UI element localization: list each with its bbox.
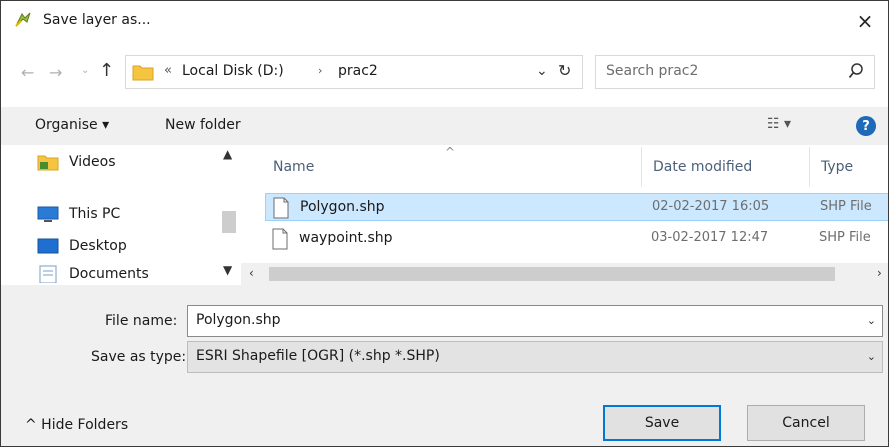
column-header-date-modified[interactable]: Date modified [653,159,752,175]
file-type: SHP File [820,199,872,214]
file-type: SHP File [819,230,871,245]
navigation-pane: Videos This PC Desktop Documents [1,145,241,285]
scrollbar-thumb[interactable] [269,267,835,281]
file-date-modified: 02-02-2017 16:05 [652,199,770,214]
desktop-icon [37,238,59,254]
table-row[interactable]: Polygon.shp 02-02-2017 16:05 SHP File [265,193,888,221]
sidebar-item-documents[interactable]: Documents [37,261,149,285]
qgis-logo-icon [15,12,31,27]
new-folder-button[interactable]: New folder [165,117,241,133]
column-header-name[interactable]: Name [273,159,314,175]
navigation-pane-scrollbar[interactable]: ▲ ▼ [217,145,241,285]
table-row[interactable]: waypoint.shp 03-02-2017 12:47 SHP File [265,225,888,253]
file-list: Name ^ Date modified Type Polygon.shp 02… [241,145,888,285]
change-view-button[interactable]: ☷ ▾ [767,116,791,132]
column-header-row: Name ^ Date modified Type [241,145,888,189]
folder-icon [132,65,154,81]
file-name: waypoint.shp [299,230,393,246]
breadcrumb-overflow[interactable]: « [164,63,172,78]
close-button[interactable]: × [842,1,888,41]
help-icon[interactable]: ? [856,116,876,136]
file-name: Polygon.shp [300,199,385,215]
documents-icon [39,265,57,283]
scrollbar-thumb[interactable] [222,211,236,233]
scroll-left-icon[interactable]: ‹ [249,266,254,280]
forward-arrow-icon[interactable]: → [49,63,62,82]
file-icon [272,228,288,250]
file-name-field[interactable]: Polygon.shp ⌄ [187,305,883,337]
horizontal-scrollbar[interactable]: ‹ › [241,263,888,285]
sidebar-item-label: Videos [69,154,116,170]
breadcrumb-prac2[interactable]: prac2 [338,63,378,79]
sidebar-item-label: This PC [69,206,121,222]
file-name-label: File name: [105,313,178,329]
save-layer-dialog: Save layer as... × ← → ⌄ ↑ « Local Disk … [0,0,889,447]
column-divider[interactable] [809,147,810,187]
save-as-type-value: ESRI Shapefile [OGR] (*.shp *.SHP) [196,348,440,364]
search-placeholder: Search prac2 [606,63,699,79]
back-arrow-icon[interactable]: ← [21,63,34,82]
search-icon [848,63,863,79]
save-button[interactable]: Save [603,405,721,441]
hide-folders-button[interactable]: ^ Hide Folders [25,417,128,433]
this-pc-icon [37,206,59,222]
breadcrumb-separator[interactable]: › [318,64,322,77]
save-as-type-label: Save as type: [91,349,187,365]
cancel-button[interactable]: Cancel [747,405,865,441]
save-as-type-select[interactable]: ESRI Shapefile [OGR] (*.shp *.SHP) ⌄ [187,341,883,373]
file-date-modified: 03-02-2017 12:47 [651,230,769,245]
scroll-down-icon[interactable]: ▼ [223,263,232,277]
sort-ascending-icon: ^ [445,145,456,159]
dialog-title: Save layer as... [43,12,151,28]
organise-menu-button[interactable]: Organise ▾ [35,117,109,133]
scroll-up-icon[interactable]: ▲ [223,147,232,161]
refresh-icon[interactable]: ↻ [558,61,571,80]
navigation-bar: ← → ⌄ ↑ « Local Disk (D:) › prac2 ⌄ ↻ Se… [1,53,888,93]
chevron-down-icon[interactable]: ⌄ [867,350,876,363]
sidebar-item-this-pc[interactable]: This PC [37,201,120,227]
scroll-right-icon[interactable]: › [877,266,882,280]
sidebar-item-videos[interactable]: Videos [37,149,116,175]
file-name-value[interactable]: Polygon.shp [196,312,281,328]
videos-folder-icon [37,155,59,171]
command-toolbar: Organise ▾ New folder ☷ ▾ ? [1,107,888,145]
sidebar-item-desktop[interactable]: Desktop [37,233,127,259]
address-dropdown-icon[interactable]: ⌄ [536,63,548,79]
column-divider[interactable] [641,147,642,187]
save-options-panel: File name: Polygon.shp ⌄ Save as type: E… [1,285,888,446]
column-header-type[interactable]: Type [821,159,853,175]
address-bar[interactable]: « Local Disk (D:) › prac2 ⌄ ↻ [125,55,583,89]
up-arrow-icon[interactable]: ↑ [99,60,114,81]
sidebar-item-label: Documents [69,266,149,282]
chevron-down-icon[interactable]: ⌄ [867,314,876,327]
file-icon [273,197,289,219]
sidebar-item-label: Desktop [69,238,127,254]
recent-locations-chevron-icon[interactable]: ⌄ [81,65,89,76]
title-bar: Save layer as... × [1,1,888,41]
search-input[interactable]: Search prac2 [595,55,875,89]
breadcrumb-local-disk[interactable]: Local Disk (D:) [182,63,284,79]
